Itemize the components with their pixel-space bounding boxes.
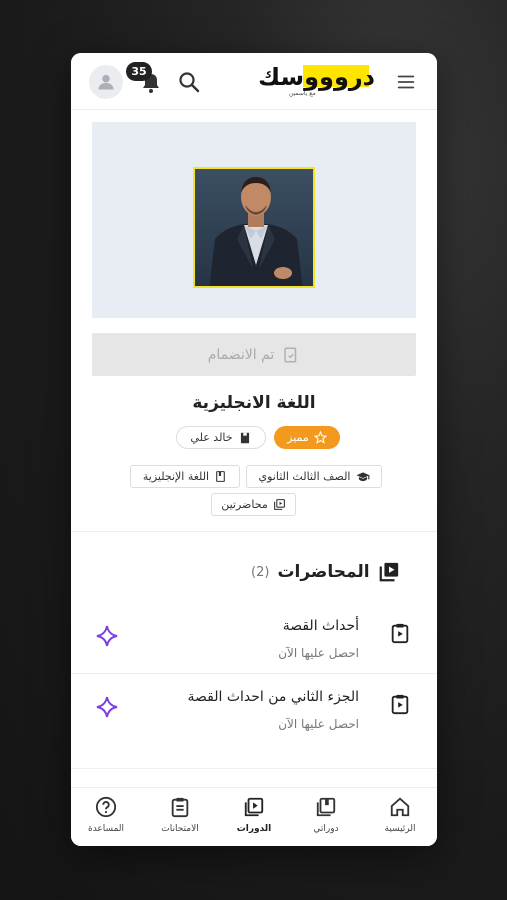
courses-video-icon: [244, 797, 264, 817]
nav-my-courses[interactable]: دوراتي: [296, 796, 356, 834]
nav-my-courses-label: دوراتي: [313, 824, 339, 834]
nav-help-label: المساعدة: [87, 824, 125, 834]
lectures-count: (2): [251, 564, 270, 580]
book-icon: [216, 471, 225, 482]
lecture-item[interactable]: الجزء الثاني من احداث القصة احصل عليها ا…: [71, 677, 437, 747]
help-icon: [95, 796, 117, 818]
subject-tag: اللغة الإنجليزية: [130, 465, 240, 488]
user-avatar[interactable]: [89, 65, 123, 99]
nav-help[interactable]: المساعدة: [76, 796, 136, 834]
notification-count-badge: 35: [126, 62, 152, 81]
course-title: اللغة الانجليزية: [192, 393, 316, 413]
nav-exams[interactable]: الامتحانات: [150, 796, 210, 834]
top-bar: 35 دروووسك مع ياسمين: [71, 53, 437, 110]
lectures-count-tag: محاضرتين: [211, 493, 296, 516]
lecture-clipboard-icon: [391, 694, 409, 715]
brand-logo[interactable]: دروووسك مع ياسمين: [258, 63, 379, 99]
section-divider: [71, 531, 437, 532]
teacher-chip[interactable]: خالد علي: [176, 426, 266, 449]
exams-clipboard-icon: [171, 797, 189, 818]
nav-courses-label: الدورات: [236, 824, 272, 834]
joined-status-button[interactable]: تم الانضمام: [92, 333, 416, 376]
lectures-section-header: المحاضرات (2): [251, 560, 419, 584]
nav-courses[interactable]: الدورات: [224, 796, 284, 834]
video-library-icon: [273, 499, 285, 510]
nav-exams-label: الامتحانات: [161, 824, 199, 834]
user-icon: [98, 74, 114, 90]
sparkle-icon: [96, 625, 118, 647]
my-courses-icon: [316, 797, 336, 817]
lectures-section-title: المحاضرات: [277, 562, 370, 582]
logo-subtext: مع ياسمين: [289, 90, 316, 97]
subject-label: اللغة الإنجليزية: [142, 470, 210, 483]
teacher-name: خالد علي: [190, 431, 233, 444]
joined-book-icon: [284, 347, 297, 362]
lecture-item[interactable]: أحداث القصة احصل عليها الآن: [71, 606, 437, 676]
app-screen: 35 دروووسك مع ياسمين تم الانضمام اللغة ا…: [71, 53, 437, 846]
lecture-divider: [71, 673, 437, 674]
star-icon: [313, 431, 327, 444]
lectures-section-icon: [379, 562, 398, 582]
lecture-divider: [71, 768, 437, 769]
bottom-navigation: المساعدة الامتحانات الدورات دوراتي الرئي…: [71, 787, 437, 846]
lecture-title: الجزء الثاني من احداث القصة: [187, 689, 359, 705]
course-cover: [92, 122, 416, 318]
lecture-subtitle: احصل عليها الآن: [278, 646, 359, 660]
premium-badge: مميز: [274, 426, 340, 449]
home-icon: [390, 797, 410, 817]
hamburger-menu-icon[interactable]: [395, 71, 417, 93]
nav-home-label: الرئيسية: [384, 824, 416, 834]
premium-label: مميز: [287, 431, 309, 444]
sparkle-icon: [96, 696, 118, 718]
lectures-count-label: محاضرتين: [221, 498, 268, 511]
lecture-subtitle: احصل عليها الآن: [278, 717, 359, 731]
graduation-cap-icon: [356, 471, 369, 481]
joined-label: تم الانضمام: [207, 346, 275, 363]
teacher-photo: [193, 167, 315, 288]
search-icon[interactable]: [177, 70, 201, 94]
logo-text: دروووسك: [258, 63, 376, 91]
nav-home[interactable]: الرئيسية: [370, 796, 430, 834]
grade-tag: الصف الثالث الثانوي: [246, 465, 382, 488]
lecture-clipboard-icon: [391, 623, 409, 644]
lecture-title: أحداث القصة: [282, 618, 359, 634]
teacher-icon: [240, 432, 249, 443]
grade-label: الصف الثالث الثانوي: [258, 470, 351, 483]
